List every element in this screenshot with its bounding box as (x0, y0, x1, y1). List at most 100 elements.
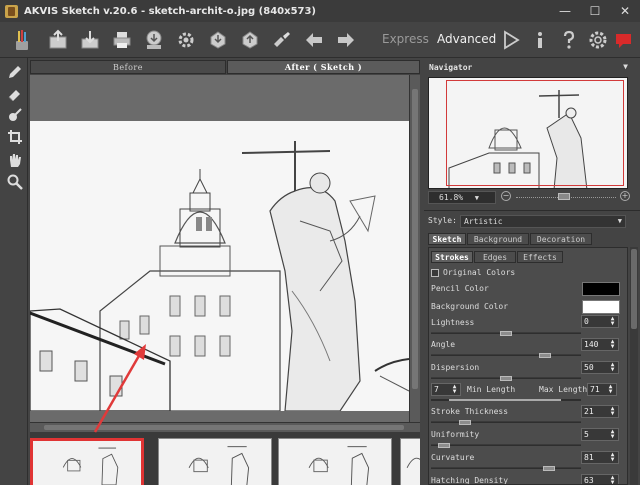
print-icon[interactable] (110, 28, 134, 52)
tab-effects[interactable]: Effects (517, 251, 563, 263)
navigator-preview[interactable] (428, 77, 628, 189)
uniformity-input[interactable]: 5 ▲ ▼ (581, 428, 619, 441)
min-length-value: 7 (434, 385, 439, 394)
lightness-value: 0 (584, 317, 589, 326)
style-row: Style: Artistic ▼ (428, 215, 626, 228)
canvas-vertical-scrollbar[interactable] (409, 75, 420, 422)
preset-thumbnail[interactable] (30, 438, 144, 485)
settings-panel: Navigator ▼ 61.8% ▼ − + Style: Artistic … (424, 58, 640, 485)
min-length-input[interactable]: 7 ▲ ▼ (431, 383, 461, 396)
pencil-icon[interactable] (7, 64, 23, 80)
dispersion-label: Dispersion (431, 363, 480, 372)
help-icon[interactable] (557, 28, 581, 52)
tab-sketch[interactable]: Sketch (428, 233, 466, 245)
dispersion-slider[interactable] (431, 376, 581, 381)
eraser-icon[interactable] (7, 86, 23, 102)
filmstrip (30, 432, 420, 485)
notification-icon[interactable] (612, 28, 636, 52)
share-icon[interactable] (142, 28, 166, 52)
zoom-out-icon[interactable]: − (501, 191, 511, 201)
tab-strokes[interactable]: Strokes (431, 251, 473, 263)
tab-decoration[interactable]: Decoration (530, 233, 592, 245)
save-preset-icon[interactable] (238, 28, 262, 52)
lightness-label: Lightness (431, 318, 475, 327)
title-bar: AKVIS Sketch v.20.6 - sketch-archit-o.jp… (0, 0, 640, 22)
image-canvas[interactable] (30, 75, 420, 422)
settings-gear-icon[interactable] (586, 28, 610, 52)
zoom-level: 61.8% (439, 193, 464, 202)
tab-after[interactable]: After ( Sketch ) (227, 60, 420, 74)
strokes-tabs: Strokes Edges Effects (431, 251, 621, 263)
uniformity-slider-handle[interactable] (438, 443, 450, 448)
zoom-in-icon[interactable]: + (620, 191, 630, 201)
minimize-button[interactable]: — (550, 0, 580, 22)
lightness-input[interactable]: 0 ▲ ▼ (581, 315, 619, 328)
zoom-slider-handle[interactable] (558, 193, 570, 200)
smudge-icon[interactable] (7, 107, 23, 123)
lightness-slider-handle[interactable] (500, 331, 512, 336)
undo-icon[interactable] (302, 28, 326, 52)
angle-label: Angle (431, 340, 456, 349)
express-mode-button[interactable]: Express (382, 32, 429, 46)
max-length-input[interactable]: 71 ▲ ▼ (587, 383, 617, 396)
chevron-down-icon: ▼ (474, 194, 479, 202)
chevron-down-icon: ▼ (617, 217, 622, 225)
save-image-icon[interactable] (78, 28, 102, 52)
maximize-button[interactable]: ☐ (580, 0, 610, 22)
angle-slider-handle[interactable] (539, 353, 551, 358)
crop-icon[interactable] (7, 129, 23, 145)
pencil-color-swatch[interactable] (582, 282, 620, 296)
info-icon[interactable] (528, 28, 552, 52)
preset-thumbnail[interactable] (158, 438, 272, 485)
navigator-title: Navigator (429, 62, 473, 72)
hatching-density-value: 63 (584, 476, 594, 485)
preferences-gear-icon[interactable] (174, 28, 198, 52)
style-value: Artistic (464, 217, 503, 226)
main-settings-tabs: Sketch Background Decoration (428, 233, 626, 245)
original-colors-label: Original Colors (443, 268, 516, 277)
angle-input[interactable]: 140 ▲ ▼ (581, 338, 619, 351)
curvature-slider[interactable] (431, 466, 581, 471)
stroke-thickness-label: Stroke Thickness (431, 407, 509, 416)
preset-thumbnail[interactable] (400, 438, 420, 485)
style-label: Style: (428, 216, 457, 225)
window-controls: — ☐ ✕ (550, 0, 640, 22)
zoom-icon[interactable] (7, 174, 23, 190)
tab-before[interactable]: Before (30, 60, 226, 74)
uniformity-slider[interactable] (431, 443, 581, 448)
batch-icon[interactable] (270, 28, 294, 52)
run-play-icon[interactable] (499, 28, 523, 52)
dispersion-input[interactable]: 50 ▲ ▼ (581, 361, 619, 374)
dispersion-slider-handle[interactable] (500, 376, 512, 381)
redo-icon[interactable] (334, 28, 358, 52)
curvature-input[interactable]: 81 ▲ ▼ (581, 451, 619, 464)
advanced-mode-button[interactable]: Advanced (437, 32, 496, 46)
length-range-slider[interactable] (431, 399, 581, 401)
stroke-thickness-slider[interactable] (431, 420, 581, 425)
open-image-icon[interactable] (46, 28, 70, 52)
view-tabs: Before After ( Sketch ) (30, 60, 420, 74)
stroke-thickness-slider-handle[interactable] (459, 420, 471, 425)
close-button[interactable]: ✕ (610, 0, 640, 22)
angle-slider[interactable] (431, 353, 581, 358)
settings-scrollbar[interactable] (630, 247, 638, 485)
original-colors-checkbox[interactable] (431, 269, 439, 277)
curvature-slider-handle[interactable] (543, 466, 555, 471)
load-preset-icon[interactable] (206, 28, 230, 52)
zoom-level-select[interactable]: 61.8% ▼ (428, 191, 496, 204)
hatching-density-input[interactable]: 63 ▲ ▼ (581, 474, 619, 485)
stroke-thickness-input[interactable]: 21 ▲ ▼ (581, 405, 619, 418)
preset-thumbnail[interactable] (278, 438, 392, 485)
window-title: AKVIS Sketch v.20.6 - sketch-archit-o.jp… (24, 5, 317, 17)
navigator-view-frame[interactable] (446, 80, 624, 186)
hand-icon[interactable] (7, 152, 23, 168)
background-color-swatch[interactable] (582, 300, 620, 314)
uniformity-label: Uniformity (431, 430, 480, 439)
style-select[interactable]: Artistic ▼ (460, 215, 626, 228)
tab-background[interactable]: Background (467, 233, 529, 245)
lightness-slider[interactable] (431, 331, 581, 336)
chevron-down-icon[interactable]: ▼ (623, 62, 628, 71)
tab-edges[interactable]: Edges (474, 251, 516, 263)
canvas-horizontal-scrollbar[interactable] (30, 422, 420, 432)
curvature-value: 81 (584, 453, 594, 462)
